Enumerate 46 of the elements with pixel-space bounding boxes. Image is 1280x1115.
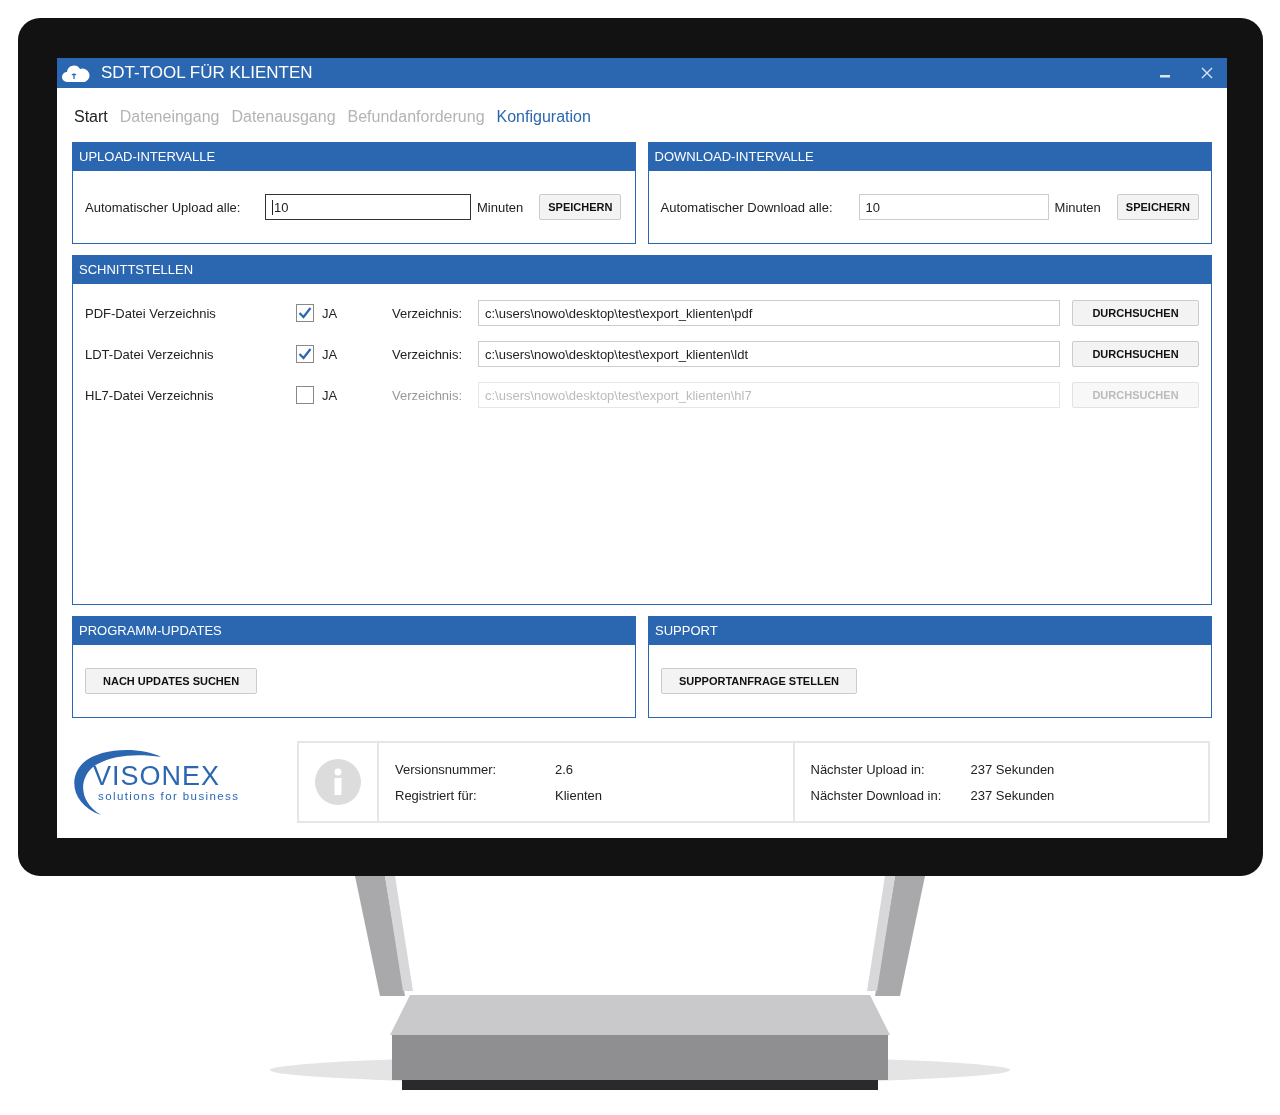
field-label: Automatischer Download alle: (660, 199, 834, 215)
directory-label: Verzeichnis: (392, 387, 464, 403)
checkbox[interactable] (296, 304, 314, 322)
info-value: 2.6 (555, 761, 575, 777)
info-icon (315, 759, 361, 805)
checkbox-label: JA (321, 346, 339, 362)
action-button[interactable]: SUPPORTANFRAGE STELLEN (661, 668, 857, 694)
path-input[interactable]: c:\users\nowo\desktop\test\export_klienten\pdf (478, 300, 1060, 326)
save-button[interactable]: SPEICHERN (539, 194, 622, 220)
logo-tagline: solutions for business (97, 790, 241, 802)
info-label: Versionsnummer: (395, 761, 498, 777)
window-title: SDT-TOOL FÜR KLIENTEN (101, 63, 314, 83)
panel-header: DOWNLOAD-INTERVALLE (648, 143, 1211, 171)
interval-input[interactable]: 10 (858, 194, 1049, 220)
info-value: Klienten (555, 787, 603, 803)
interface-label: PDF-Datei Verzeichnis (85, 305, 217, 321)
field-label: Automatischer Upload alle: (85, 199, 242, 215)
unit-label: Minuten (1054, 199, 1101, 215)
unit-label: Minuten (477, 199, 524, 215)
info-label: Nächster Upload in: (810, 761, 926, 777)
browse-button[interactable]: DURCHSUCHEN (1072, 300, 1199, 326)
logo-wordmark: VISONEX (92, 762, 222, 790)
path-input[interactable]: c:\users\nowo\desktop\test\export_klienten\ldt (478, 341, 1060, 367)
save-button[interactable]: SPEICHERN (1116, 194, 1199, 220)
info-value: 237 Sekunden (970, 787, 1056, 803)
cloud-icon (61, 63, 91, 83)
interface-label: HL7-Datei Verzeichnis (85, 387, 215, 403)
panel-header: SUPPORT (649, 617, 1211, 645)
panel-header: SCHNITTSTELLEN (73, 256, 1211, 284)
info-label: Registriert für: (395, 787, 478, 803)
browse-button[interactable]: DURCHSUCHEN (1072, 341, 1199, 367)
nav-tab[interactable]: Start (74, 104, 108, 130)
panel-header: UPLOAD-INTERVALLE (73, 143, 635, 171)
info-label: Nächster Download in: (810, 787, 943, 803)
directory-label: Verzeichnis: (392, 346, 464, 362)
checkbox-label: JA (321, 305, 339, 321)
action-button[interactable]: NACH UPDATES SUCHEN (85, 668, 258, 694)
info-value: 237 Sekunden (970, 761, 1056, 777)
nav-tab[interactable]: Konfiguration (496, 104, 591, 130)
panel-header: PROGRAMM-UPDATES (73, 617, 635, 645)
interface-label: LDT-Datei Verzeichnis (85, 346, 215, 362)
checkbox-label: JA (321, 387, 339, 403)
directory-label: Verzeichnis: (392, 305, 464, 321)
close-button[interactable] (1201, 67, 1213, 79)
interval-input[interactable]: 10 (265, 194, 471, 220)
checkbox[interactable] (296, 345, 314, 363)
